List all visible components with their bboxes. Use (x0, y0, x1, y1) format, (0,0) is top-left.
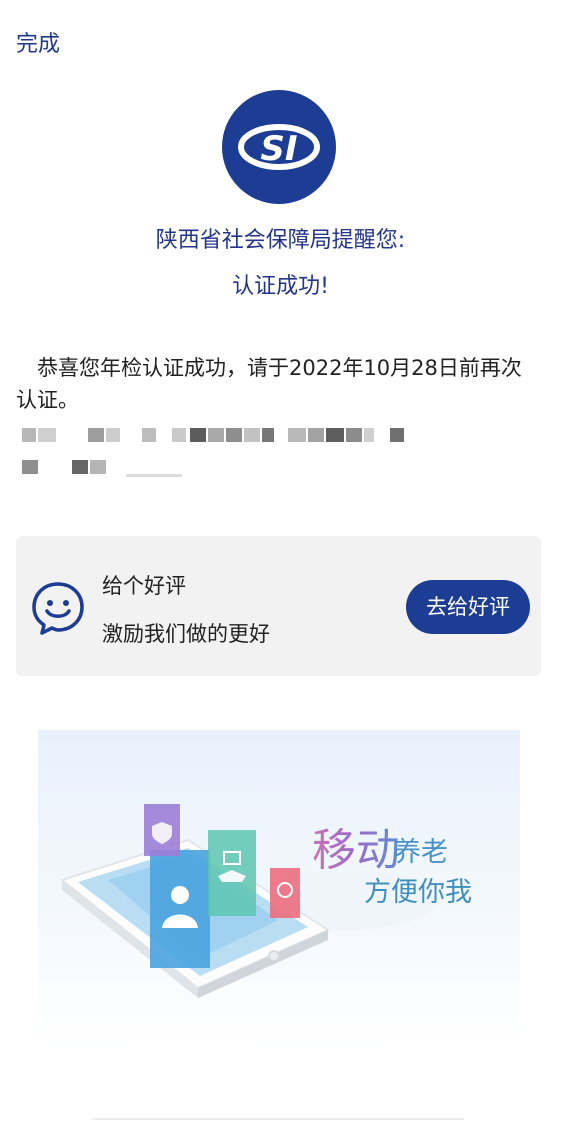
header-notice: 陕西省社会保障局提醒您: (155, 228, 406, 253)
promo-banner: 移动 养老 方便你我 (38, 730, 520, 1048)
banner-title-tail: 养老 (394, 837, 448, 868)
bottom-divider (92, 1118, 464, 1120)
success-message: 恭喜您年检认证成功，请于2022年10月28日前再次认证。 (16, 356, 522, 412)
done-button[interactable]: 完成 (16, 26, 60, 58)
review-title: 给个好评 (102, 574, 186, 598)
banner-title-main: 移动 (312, 814, 400, 878)
review-card: 给个好评 激励我们做的更好 去给好评 (16, 536, 541, 676)
si-logo-icon: SI (222, 90, 336, 204)
banner-subtitle: 方便你我 (364, 877, 472, 908)
svg-text:SI: SI (260, 129, 297, 169)
review-subtitle: 激励我们做的更好 (102, 622, 270, 646)
give-review-button[interactable]: 去给好评 (406, 580, 530, 634)
success-title: 认证成功! (232, 274, 329, 299)
smile-chat-icon (30, 580, 86, 636)
